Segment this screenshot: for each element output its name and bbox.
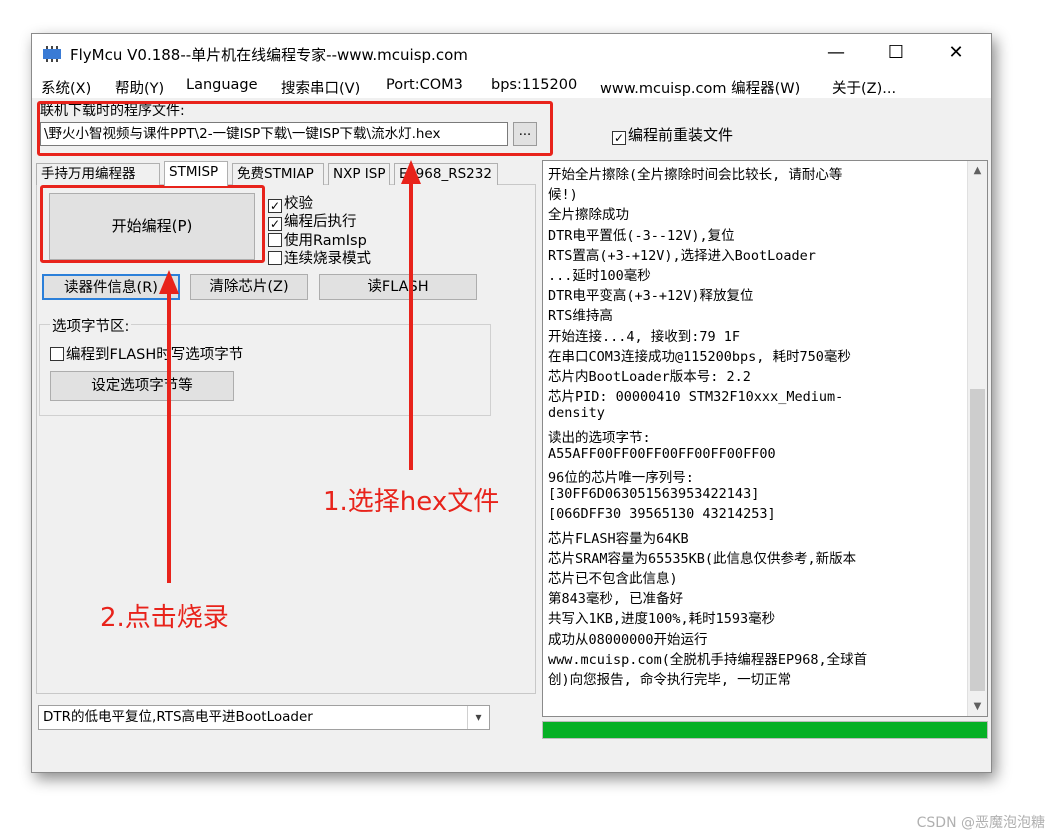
log-line: RTS维持高: [548, 308, 613, 325]
annotation-step2: 2.点击烧录: [100, 603, 229, 633]
log-line: 芯片FLASH容量为64KB: [548, 530, 689, 547]
run-after-program-checkbox[interactable]: ✓ 编程后执行: [268, 210, 357, 231]
tab-free-stmiap[interactable]: 免费STMIAP: [232, 163, 324, 185]
continuous-burn-label: 连续烧录模式: [284, 251, 371, 267]
checkbox-unchecked-icon: [50, 347, 64, 361]
log-line: [066DFF30 39565130 43214253]: [548, 506, 776, 523]
log-line: 候!): [548, 187, 578, 204]
log-line: 第843毫秒, 已准备好: [548, 591, 684, 608]
log-output[interactable]: 开始全片擦除(全片擦除时间会比较长, 请耐心等 候!) 全片擦除成功 DTR电平置低(…: [542, 160, 988, 717]
log-line: 成功从08000000开始运行: [548, 631, 708, 648]
reload-label: 编程前重装文件: [628, 126, 734, 144]
log-line: 96位的芯片唯一序列号:: [548, 470, 694, 486]
title-bar: FlyMcu V0.188--单片机在线编程专家--www.mcuisp.com…: [32, 34, 991, 74]
log-line: density: [548, 405, 605, 422]
menu-search-port[interactable]: 搜索串口(V): [281, 77, 360, 98]
checkbox-unchecked-icon: [268, 233, 282, 247]
log-line: www.mcuisp.com(全脱机手持编程器EP968,全球首: [548, 651, 868, 668]
log-line: DTR电平置低(-3--12V),复位: [548, 227, 735, 244]
tab-stmisp[interactable]: STMISP: [164, 161, 228, 186]
log-line: 开始全片擦除(全片擦除时间会比较长, 请耐心等: [548, 167, 843, 183]
option-bytes-group: [39, 324, 491, 416]
menu-about[interactable]: 关于(Z)...: [832, 77, 896, 98]
progress-fill: [543, 722, 987, 738]
scroll-down-icon[interactable]: ▼: [968, 701, 987, 712]
scroll-up-icon[interactable]: ▲: [968, 165, 987, 176]
annotation-step1: 1.选择hex文件: [323, 487, 500, 517]
menu-programmer[interactable]: www.mcuisp.com 编程器(W): [600, 77, 800, 98]
log-line: DTR电平变高(+3-+12V)释放复位: [548, 288, 754, 305]
menu-port[interactable]: Port:COM3: [386, 77, 463, 93]
log-line: 在串口COM3连接成功@115200bps, 耗时750毫秒: [548, 348, 851, 365]
menu-language[interactable]: Language: [186, 77, 258, 93]
window-title: FlyMcu V0.188--单片机在线编程专家--www.mcuisp.com: [70, 46, 468, 64]
annotation-box-start: [40, 185, 265, 263]
chevron-down-icon[interactable]: ▾: [467, 706, 489, 729]
annotation-box-file: [37, 101, 553, 156]
tab-handheld-programmer[interactable]: 手持万用编程器: [36, 163, 160, 185]
progress-bar: [542, 721, 988, 739]
program-option-bytes-checkbox[interactable]: 编程到FLASH时写选项字节: [50, 343, 243, 364]
continuous-burn-checkbox[interactable]: 连续烧录模式: [268, 247, 371, 268]
reset-mode-value: DTR的低电平复位,RTS高电平进BootLoader: [43, 709, 313, 725]
checkbox-unchecked-icon: [268, 251, 282, 265]
log-line: 全片擦除成功: [548, 207, 629, 224]
log-line: 芯片SRAM容量为65535KB(此信息仅供参考,新版本: [548, 550, 857, 567]
reload-before-program-checkbox[interactable]: ✓ 编程前重装文件: [612, 124, 733, 145]
read-device-info-button[interactable]: 读器件信息(R): [42, 274, 180, 300]
log-line: 芯片已不包含此信息): [548, 571, 678, 587]
run-after-program-label: 编程后执行: [284, 214, 357, 230]
checkbox-checked-icon: ✓: [612, 131, 626, 145]
log-line: 开始连接...4, 接收到:79 1F: [548, 328, 741, 345]
close-button[interactable]: ✕: [933, 38, 979, 70]
menu-bps[interactable]: bps:115200: [491, 77, 577, 93]
log-scrollbar[interactable]: ▲ ▼: [967, 161, 987, 716]
log-line: 芯片PID: 00000410 STM32F10xxx_Medium-: [548, 389, 844, 406]
minimize-button[interactable]: —: [813, 38, 859, 70]
log-line: 芯片内BootLoader版本号: 2.2: [548, 369, 751, 385]
log-line: A55AFF00FF00FF00FF00FF00FF00: [548, 445, 776, 462]
tab-nxp-isp[interactable]: NXP ISP: [328, 163, 390, 185]
scroll-thumb[interactable]: [970, 389, 985, 691]
log-line: [30FF6D063051563953422143]: [548, 486, 760, 503]
tab-ep968-rs232[interactable]: EP968_RS232: [394, 163, 498, 185]
status-area: [32, 740, 991, 772]
log-line: RTS置高(+3-+12V),选择进入BootLoader: [548, 247, 816, 264]
reset-mode-select[interactable]: DTR的低电平复位,RTS高电平进BootLoader ▾: [38, 705, 490, 730]
erase-chip-button[interactable]: 清除芯片(Z): [190, 274, 308, 300]
menu-system[interactable]: 系统(X): [41, 77, 91, 98]
log-line: ...延时100毫秒: [548, 268, 651, 284]
option-bytes-title: 选项字节区:: [50, 315, 132, 336]
watermark: CSDN @恶魔泡泡糖: [916, 815, 1045, 831]
log-line: 创)向您报告, 命令执行完毕, 一切正常: [548, 672, 792, 688]
read-flash-button[interactable]: 读FLASH: [319, 274, 477, 300]
menu-bar: 系统(X) 帮助(Y) Language 搜索串口(V) Port:COM3 b…: [32, 74, 991, 98]
log-line: 共写入1KB,进度100%,耗时1593毫秒: [548, 611, 776, 628]
app-icon: [43, 46, 61, 62]
maximize-button[interactable]: ☐: [873, 38, 919, 70]
program-option-bytes-label: 编程到FLASH时写选项字节: [66, 347, 244, 363]
set-option-bytes-button[interactable]: 设定选项字节等: [50, 371, 234, 401]
log-line: 读出的选项字节:: [548, 429, 651, 446]
menu-help[interactable]: 帮助(Y): [115, 77, 164, 98]
